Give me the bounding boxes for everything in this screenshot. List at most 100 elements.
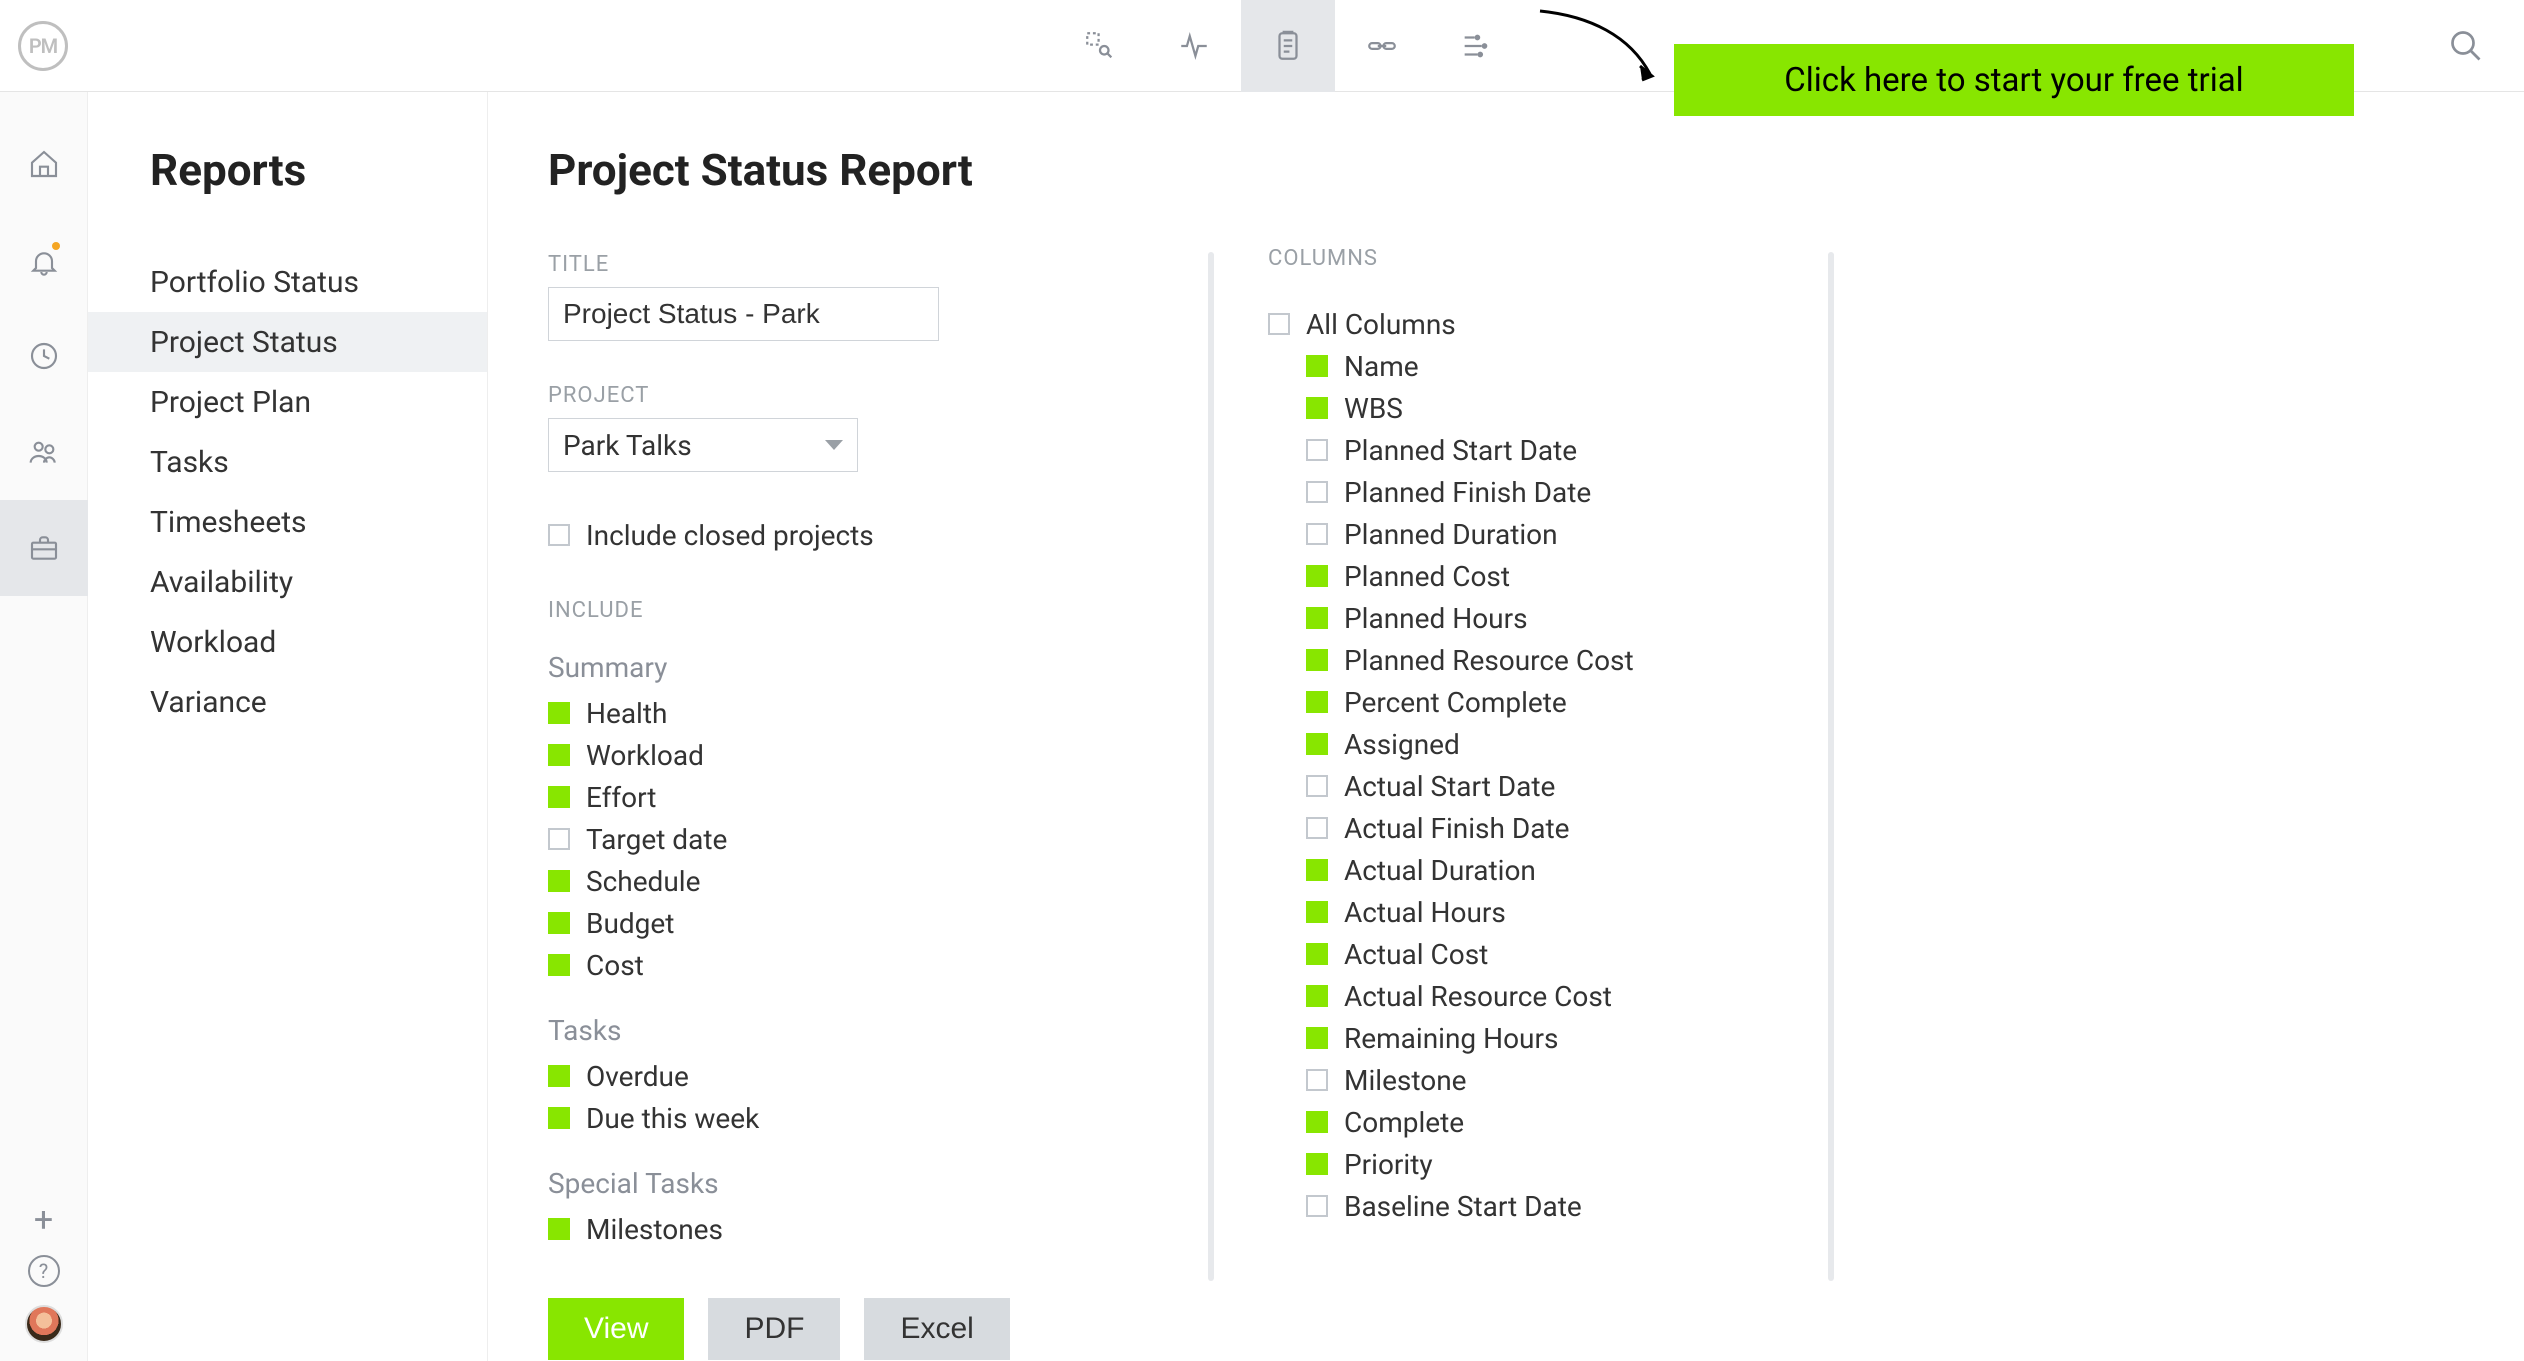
- checkbox-icon: [548, 954, 570, 976]
- include-option[interactable]: Overdue: [548, 1055, 1248, 1097]
- column-option[interactable]: Remaining Hours: [1306, 1017, 1856, 1059]
- include-option-label: Milestones: [586, 1213, 723, 1246]
- include-option-label: Cost: [586, 949, 644, 982]
- checkbox-icon: [548, 1107, 570, 1129]
- column-option-label: Actual Finish Date: [1344, 812, 1570, 845]
- checkbox-icon: [1306, 859, 1328, 881]
- avatar[interactable]: [25, 1305, 63, 1343]
- include-closed-label: Include closed projects: [586, 519, 874, 552]
- left-rail: + ?: [0, 92, 88, 1361]
- sidebar-item[interactable]: Project Plan: [88, 372, 487, 432]
- include-option-label: Overdue: [586, 1060, 689, 1093]
- column-option-label: Complete: [1344, 1106, 1464, 1139]
- briefcase-icon[interactable]: [0, 500, 88, 596]
- column-option-label: Baseline Start Date: [1344, 1190, 1582, 1223]
- all-columns-checkbox[interactable]: All Columns: [1268, 303, 1856, 345]
- column-option[interactable]: Planned Duration: [1306, 513, 1856, 555]
- all-columns-label: All Columns: [1306, 308, 1456, 341]
- logo[interactable]: PM: [18, 21, 68, 71]
- column-option[interactable]: WBS: [1306, 387, 1856, 429]
- overview-icon[interactable]: [1053, 0, 1147, 92]
- checkbox-icon: [1306, 901, 1328, 923]
- column-option-label: Planned Finish Date: [1344, 476, 1591, 509]
- include-option-label: Workload: [586, 739, 704, 772]
- report-title-input[interactable]: [548, 287, 939, 341]
- columns-label: COLUMNS: [1268, 246, 1856, 271]
- column-option[interactable]: Baseline Start Date: [1306, 1185, 1856, 1227]
- column-option[interactable]: Actual Start Date: [1306, 765, 1856, 807]
- include-option-label: Budget: [586, 907, 674, 940]
- checkbox-icon: [548, 744, 570, 766]
- checkbox-icon: [1306, 775, 1328, 797]
- checkbox-icon: [1306, 481, 1328, 503]
- include-closed-checkbox[interactable]: Include closed projects: [548, 514, 1248, 556]
- excel-button[interactable]: Excel: [864, 1298, 1009, 1360]
- include-group-heading: Tasks: [548, 1014, 1248, 1047]
- column-option[interactable]: Actual Finish Date: [1306, 807, 1856, 849]
- column-option[interactable]: Actual Duration: [1306, 849, 1856, 891]
- checkbox-icon: [548, 702, 570, 724]
- sidebar-item[interactable]: Project Status: [88, 312, 487, 372]
- top-icon-strip: [1053, 0, 1523, 92]
- column-option[interactable]: Planned Cost: [1306, 555, 1856, 597]
- pdf-button[interactable]: PDF: [708, 1298, 840, 1360]
- column-option[interactable]: Actual Resource Cost: [1306, 975, 1856, 1017]
- checkbox-icon: [1306, 355, 1328, 377]
- sidebar-item[interactable]: Tasks: [88, 432, 487, 492]
- include-option[interactable]: Health: [548, 692, 1248, 734]
- checkbox-icon: [1306, 1111, 1328, 1133]
- time-icon[interactable]: [0, 308, 88, 404]
- search-icon[interactable]: [2420, 0, 2512, 92]
- notifications-icon[interactable]: [0, 212, 88, 308]
- sidebar-item[interactable]: Portfolio Status: [88, 252, 487, 312]
- view-button[interactable]: View: [548, 1298, 684, 1360]
- column-option[interactable]: Complete: [1306, 1101, 1856, 1143]
- home-icon[interactable]: [0, 116, 88, 212]
- column-option[interactable]: Actual Hours: [1306, 891, 1856, 933]
- include-option[interactable]: Effort: [548, 776, 1248, 818]
- include-option[interactable]: Cost: [548, 944, 1248, 986]
- include-option[interactable]: Workload: [548, 734, 1248, 776]
- column-option-label: Actual Start Date: [1344, 770, 1555, 803]
- project-field-label: PROJECT: [548, 383, 1248, 408]
- link-icon[interactable]: [1335, 0, 1429, 92]
- include-option[interactable]: Budget: [548, 902, 1248, 944]
- column-option[interactable]: Percent Complete: [1306, 681, 1856, 723]
- column-option[interactable]: Planned Finish Date: [1306, 471, 1856, 513]
- divider: [1208, 252, 1214, 1281]
- column-option[interactable]: Planned Start Date: [1306, 429, 1856, 471]
- reports-icon[interactable]: [1241, 0, 1335, 92]
- checkbox-icon: [548, 1218, 570, 1240]
- include-option-label: Target date: [586, 823, 727, 856]
- column-option-label: Planned Resource Cost: [1344, 644, 1634, 677]
- column-option[interactable]: Planned Resource Cost: [1306, 639, 1856, 681]
- add-icon[interactable]: +: [34, 1203, 53, 1237]
- column-option-label: Actual Cost: [1344, 938, 1488, 971]
- help-icon[interactable]: ?: [28, 1255, 60, 1287]
- column-option[interactable]: Actual Cost: [1306, 933, 1856, 975]
- checkbox-icon: [1306, 649, 1328, 671]
- column-option[interactable]: Planned Hours: [1306, 597, 1856, 639]
- sidebar-item[interactable]: Timesheets: [88, 492, 487, 552]
- column-option[interactable]: Milestone: [1306, 1059, 1856, 1101]
- column-option[interactable]: Name: [1306, 345, 1856, 387]
- team-icon[interactable]: [0, 404, 88, 500]
- column-option-label: WBS: [1344, 392, 1403, 425]
- activity-icon[interactable]: [1147, 0, 1241, 92]
- sidebar-item[interactable]: Availability: [88, 552, 487, 612]
- include-option[interactable]: Target date: [548, 818, 1248, 860]
- include-option[interactable]: Due this week: [548, 1097, 1248, 1139]
- column-option-label: Actual Resource Cost: [1344, 980, 1612, 1013]
- checkbox-icon: [548, 786, 570, 808]
- include-label: INCLUDE: [548, 598, 1248, 623]
- include-option[interactable]: Schedule: [548, 860, 1248, 902]
- gantt-icon[interactable]: [1429, 0, 1523, 92]
- project-select[interactable]: Park Talks: [548, 418, 858, 472]
- sidebar-item[interactable]: Variance: [88, 672, 487, 732]
- chevron-down-icon: [825, 440, 843, 450]
- column-option[interactable]: Priority: [1306, 1143, 1856, 1185]
- sidebar-item[interactable]: Workload: [88, 612, 487, 672]
- include-option[interactable]: Milestones: [548, 1208, 1248, 1250]
- checkbox-icon: [1306, 397, 1328, 419]
- column-option[interactable]: Assigned: [1306, 723, 1856, 765]
